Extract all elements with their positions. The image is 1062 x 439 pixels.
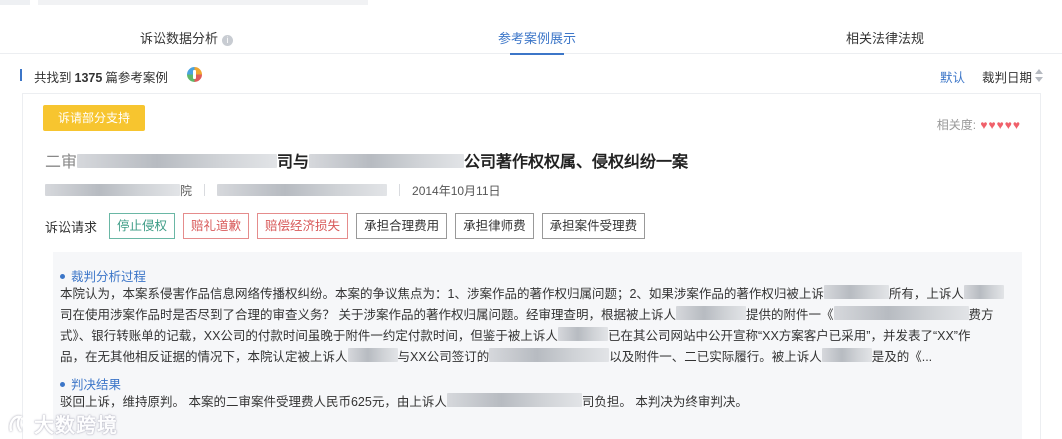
watermark-text: 大数跨境: [34, 415, 118, 437]
redacted-text: [823, 285, 889, 299]
relevance-rating: 相关度: ♥♥♥♥♥: [937, 116, 1020, 133]
redacted-text: [489, 348, 610, 362]
analysis-text-part: 以及附件一、二已实际履行。被上诉人: [609, 350, 822, 364]
claim-chip[interactable]: 赔偿经济损失: [257, 213, 349, 239]
watermark-logo-icon: [9, 415, 31, 432]
analysis-text: 本院认为，本案系侵害作品信息网络传播权纠纷。本案的争议焦点为：1、涉案作品的著作…: [60, 284, 1015, 368]
analysis-text-part: 与XX公司签订的: [397, 350, 490, 364]
redacted-text: [675, 306, 746, 320]
faded-block: [0, 0, 30, 5]
redacted-text: [557, 327, 608, 341]
analysis-text-part: 费方: [968, 308, 994, 322]
analysis-text-part: 本院认为，本案系侵害作品信息网络传播权纠纷。本案的争议焦点为：1、涉案作品的著作…: [60, 287, 824, 301]
analysis-text-part: 品，在无其他相反证据的情况下，本院认定被上诉人: [60, 350, 348, 364]
sort-date-button[interactable]: 裁判日期: [982, 67, 1032, 86]
heart-icon: ♥: [1012, 118, 1020, 132]
judgment-text: 驳回上诉，维持原判。 本案的二审案件受理费人民币625元，由上诉人 司负担。 本判…: [60, 392, 1015, 413]
redacted-text: [833, 306, 969, 320]
sort-default-button[interactable]: 默认: [940, 67, 965, 86]
tab-label: 诉讼数据分析: [140, 31, 219, 46]
tab-bar: 诉讼数据分析 i 参考案例展示 相关法律法规: [0, 20, 1062, 55]
judgment-section-title: 判决结果: [60, 374, 121, 393]
redacted-text: [309, 154, 465, 168]
case-date: 2014年10月11日: [412, 184, 501, 198]
title-suffix: 公司著作权权属、侵权纠纷一案: [464, 154, 689, 171]
claim-chip[interactable]: 停止侵权: [109, 213, 176, 239]
analysis-section-title: 裁判分析过程: [60, 266, 146, 285]
top-faded-bar: [0, 0, 1062, 6]
sort-arrows-icon[interactable]: [1035, 68, 1043, 84]
colorful-info-icon[interactable]: [187, 67, 202, 82]
tab-related-laws[interactable]: 相关法律法规: [846, 28, 924, 54]
heart-icon: ♥: [996, 118, 1004, 132]
case-meta: 院 2014年10月11日: [45, 182, 501, 199]
faded-block: [38, 0, 368, 5]
heart-icon: ♥: [1004, 118, 1012, 132]
status-badge: 诉请部分支持: [43, 105, 145, 131]
analysis-panel: 裁判分析过程 本院认为，本案系侵害作品信息网络传播权纠纷。本案的争议焦点为：1、…: [53, 252, 1022, 439]
judgment-text-part: 驳回上诉，维持原判。 本案的二审案件受理费人民币625元，由上诉人: [60, 395, 447, 409]
court-suffix: 院: [180, 184, 193, 198]
claim-chip[interactable]: 承担律师费: [455, 213, 534, 239]
redacted-text: [347, 348, 398, 362]
tab-reference-cases[interactable]: 参考案例展示: [498, 28, 577, 55]
watermark: 大数跨境: [8, 409, 118, 437]
section-marker: [20, 69, 22, 81]
summary-suffix: 篇参考案例: [105, 71, 168, 85]
redacted-text: [77, 154, 278, 168]
analysis-text-part: 式》、银行转账单的记载，XX公司的付款时间虽晚于附件一约定付款时间，但鉴于被上诉…: [60, 329, 558, 343]
tab-litigation-analysis[interactable]: 诉讼数据分析 i: [140, 28, 234, 54]
tab-label: 参考案例展示: [498, 31, 577, 46]
analysis-text-part: 是及的《...: [871, 350, 933, 364]
result-count-text: 共找到 1375 篇参考案例: [34, 67, 168, 86]
relevance-label: 相关度:: [936, 118, 977, 132]
claims-row: 诉讼请求 停止侵权 赔礼道歉 赔偿经济损失 承担合理费用 承担律师费 承担案件受理费: [45, 213, 653, 239]
redacted-case-number: [217, 184, 388, 196]
analysis-text-part: 司在使用涉案作品时是否尽到了合理的审查义务？ 关于涉案作品的著作权归属问题。经审…: [60, 308, 676, 322]
claim-chip[interactable]: 赔礼道歉: [183, 213, 250, 239]
tab-label: 相关法律法规: [846, 31, 925, 46]
result-count: 1375: [74, 71, 103, 85]
case-title[interactable]: 二审 司与 公司著作权权属、侵权纠纷一案: [45, 148, 688, 172]
divider: [204, 184, 206, 196]
info-icon[interactable]: i: [222, 35, 234, 46]
trial-level: 二审: [45, 154, 78, 171]
analysis-text-part: 提供的附件一《: [745, 308, 834, 322]
analysis-text-part: 所有，上诉人: [888, 287, 964, 301]
redacted-text: [821, 348, 872, 362]
title-mid: 司与: [277, 154, 310, 171]
heart-icon: ♥: [980, 118, 988, 132]
case-card[interactable]: 诉请部分支持 相关度: ♥♥♥♥♥ 二审 司与 公司著作权权属、侵权纠纷一案 院 20…: [22, 93, 1041, 439]
claim-chip[interactable]: 承担合理费用: [356, 213, 448, 239]
claim-chip[interactable]: 承担案件受理费: [541, 213, 646, 239]
summary-prefix: 共找到: [34, 71, 72, 85]
redacted-court: [45, 184, 180, 196]
judgment-text-part: 司负担。 本判决为终审判决。: [581, 395, 748, 409]
redacted-text: [446, 393, 582, 407]
heart-icon: ♥: [988, 118, 996, 132]
analysis-text-part: 已在其公司网站中公开宣称“XX方案客户已采用”，并发表了“XX”作: [607, 329, 971, 343]
divider: [399, 184, 401, 196]
redacted-text: [963, 285, 1004, 299]
claims-label: 诉讼请求: [45, 219, 98, 235]
